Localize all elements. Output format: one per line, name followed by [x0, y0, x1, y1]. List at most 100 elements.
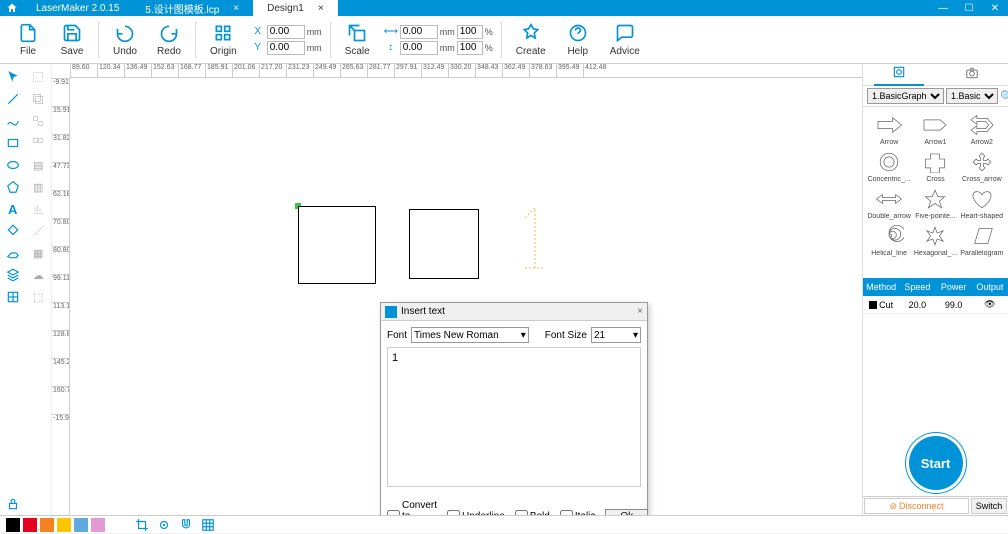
grid-tool[interactable]: ▦: [26, 242, 52, 264]
scale-label: Scale: [345, 46, 370, 57]
shape-item[interactable]: Arrow: [867, 111, 911, 146]
shape-item[interactable]: Five-pointe...: [913, 185, 957, 220]
category1-select[interactable]: 1.BasicGraph: [867, 88, 944, 104]
dialog-titlebar[interactable]: Insert text ×: [381, 303, 647, 321]
rect-tool[interactable]: [0, 132, 26, 154]
focus-icon[interactable]: [155, 516, 173, 534]
group-tool[interactable]: [26, 110, 52, 132]
close-button[interactable]: ✕: [982, 0, 1008, 16]
save-button[interactable]: Save: [50, 20, 94, 59]
bold-checkbox[interactable]: Bold: [515, 510, 550, 515]
tab-template[interactable]: 5.设计图模板.lcp ×: [131, 0, 253, 16]
text-input[interactable]: [387, 347, 641, 487]
transform-tool[interactable]: ⬚: [26, 286, 52, 308]
text-tool[interactable]: A: [0, 198, 26, 220]
italic-checkbox[interactable]: Italic: [560, 510, 596, 515]
eraser-tool[interactable]: [0, 242, 26, 264]
create-icon: [519, 22, 543, 44]
home-icon[interactable]: [0, 0, 24, 16]
advice-button[interactable]: Advice: [600, 20, 650, 59]
help-button[interactable]: Help: [556, 20, 600, 59]
search-icon[interactable]: 🔍: [1000, 90, 1008, 103]
category2-select[interactable]: 1.Basic: [946, 88, 998, 104]
dialog-close-button[interactable]: ×: [637, 306, 643, 317]
crop-icon[interactable]: [133, 516, 151, 534]
grid-icon[interactable]: [199, 516, 217, 534]
color-swatch[interactable]: [57, 518, 71, 532]
scale-button[interactable]: Scale: [335, 20, 380, 59]
switch-button[interactable]: Switch: [971, 498, 1007, 514]
tab-design1[interactable]: Design1 ×: [253, 0, 338, 16]
canvas[interactable]: Insert text × Font Times New Roman▾ Font…: [70, 78, 862, 515]
copy-tool[interactable]: [26, 88, 52, 110]
redo-button[interactable]: Redo: [147, 20, 191, 59]
width-input[interactable]: [400, 25, 438, 39]
polygon-tool[interactable]: [0, 176, 26, 198]
width-pct-input[interactable]: [457, 25, 483, 39]
color-swatch[interactable]: [74, 518, 88, 532]
convert-checkbox[interactable]: Convert to Curve: [387, 500, 437, 515]
shape-icon: [964, 222, 1000, 250]
y-input[interactable]: [267, 41, 305, 55]
shape-item[interactable]: Parallelogram: [960, 222, 1004, 257]
align-tool[interactable]: ▤: [26, 154, 52, 176]
unit-pct: %: [485, 43, 493, 53]
shape-item[interactable]: Cross_arrow: [960, 148, 1004, 183]
shape-library-tab[interactable]: [874, 63, 924, 86]
shape-item[interactable]: Arrow2: [960, 111, 1004, 146]
ellipse-tool[interactable]: [0, 154, 26, 176]
shape-item[interactable]: Helical_line: [867, 222, 911, 257]
close-icon[interactable]: ×: [233, 3, 239, 14]
shape-item[interactable]: Double_arrow: [867, 185, 911, 220]
ok-button[interactable]: Ok: [605, 509, 648, 515]
curve-tool[interactable]: [0, 110, 26, 132]
layers-tool[interactable]: [0, 264, 26, 286]
marquee-tool[interactable]: [26, 66, 52, 88]
shape-item[interactable]: Hexagonal_...: [913, 222, 957, 257]
cloud-tool[interactable]: ☁: [26, 264, 52, 286]
file-button[interactable]: File: [6, 20, 50, 59]
x-label: X: [251, 26, 265, 37]
height-input[interactable]: [400, 41, 438, 55]
shape-text-1[interactable]: [515, 198, 555, 292]
create-button[interactable]: Create: [506, 20, 556, 59]
shape-rectangle-2[interactable]: [409, 209, 479, 279]
shape-item[interactable]: Cross: [913, 148, 957, 183]
scale-icon: [345, 22, 369, 44]
select-tool[interactable]: [0, 66, 26, 88]
settings-row[interactable]: Cut 20.0 99.0 👁: [863, 296, 1008, 314]
color-swatch[interactable]: [91, 518, 105, 532]
shape-item[interactable]: Arrow1: [913, 111, 957, 146]
shape-rectangle-1[interactable]: [298, 206, 376, 284]
shape-item[interactable]: Concentric_...: [867, 148, 911, 183]
start-button[interactable]: Start: [909, 436, 963, 490]
disconnect-button[interactable]: ⊘Disconnect: [864, 498, 969, 514]
ungroup-tool[interactable]: [26, 132, 52, 154]
eye-icon[interactable]: 👁: [984, 299, 995, 310]
chart-tool[interactable]: [26, 198, 52, 220]
measure-tool[interactable]: [26, 220, 52, 242]
lock-icon[interactable]: [0, 493, 26, 515]
advice-icon: [613, 22, 637, 44]
distribute-tool[interactable]: ▥: [26, 176, 52, 198]
color-swatch[interactable]: [23, 518, 37, 532]
x-input[interactable]: [267, 25, 305, 39]
font-select[interactable]: Times New Roman▾: [411, 327, 529, 343]
close-icon[interactable]: ×: [318, 3, 324, 14]
array-tool[interactable]: [0, 286, 26, 308]
magnet-icon[interactable]: [177, 516, 195, 534]
minimize-button[interactable]: —: [930, 0, 956, 16]
color-swatch[interactable]: [6, 518, 20, 532]
maximize-button[interactable]: ☐: [956, 0, 982, 16]
shape-icon: [964, 148, 1000, 176]
shape-item[interactable]: Heart-shaped: [960, 185, 1004, 220]
color-swatch[interactable]: [40, 518, 54, 532]
fill-tool[interactable]: [0, 220, 26, 242]
undo-button[interactable]: Undo: [103, 20, 147, 59]
font-size-select[interactable]: 21▾: [591, 327, 641, 343]
camera-tab[interactable]: [947, 64, 997, 85]
origin-button[interactable]: Origin: [200, 20, 247, 59]
underline-checkbox[interactable]: Underline: [447, 510, 505, 515]
height-pct-input[interactable]: [457, 41, 483, 55]
line-tool[interactable]: [0, 88, 26, 110]
